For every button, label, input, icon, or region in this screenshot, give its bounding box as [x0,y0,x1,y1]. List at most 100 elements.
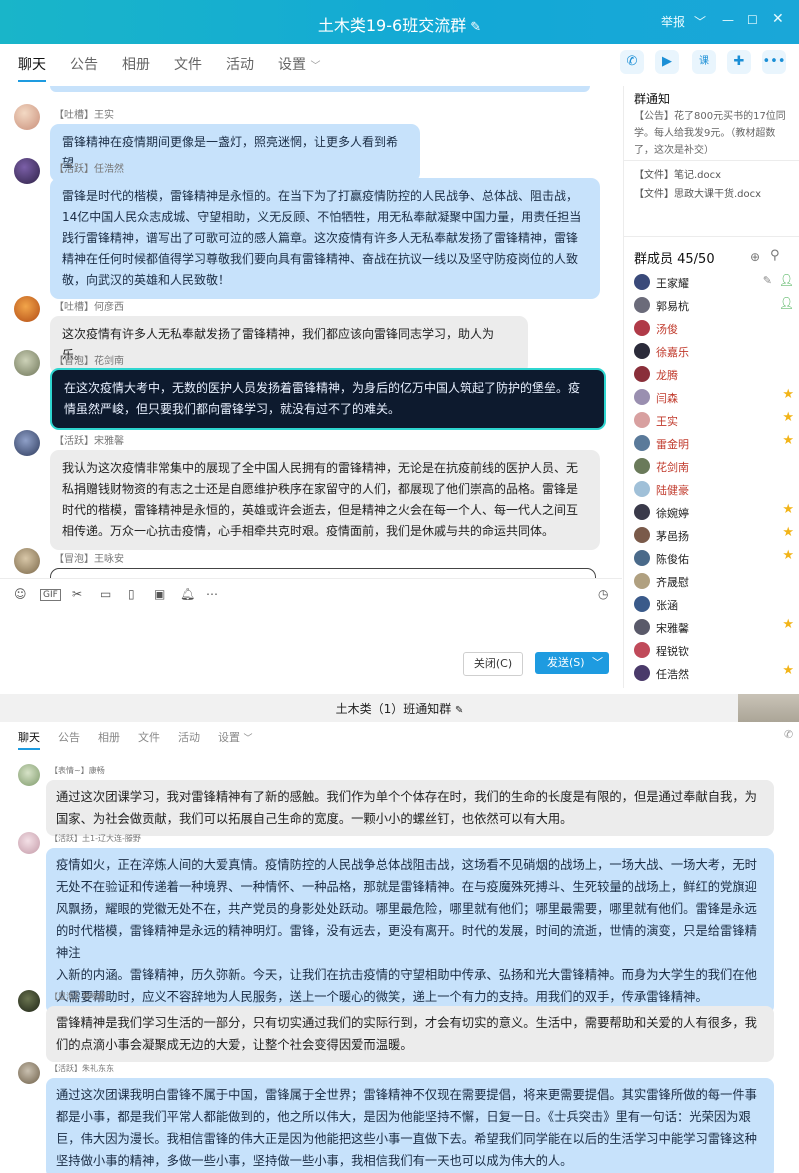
add-member-icon[interactable]: ⊕ [750,250,760,264]
sender-name[interactable]: 王实 [94,110,114,121]
tab-files[interactable]: 文件 [174,44,202,86]
member-item[interactable]: 闫森 ★ [634,387,794,407]
screenshot-icon[interactable]: ✂ [72,587,82,601]
message-bubble[interactable]: 通过这次团课学习，我对雷锋精神有了新的感触。我们作为单个个体存在时，我们的生命的… [46,780,774,836]
message-bubble[interactable]: 通过这次团课我明白雷锋不属于中国，雷锋属于全世界；雷锋精神不仅现在需要提倡，将来… [46,1078,774,1173]
avatar[interactable] [18,832,40,854]
group-name[interactable]: 土木类（1）班通知群 [336,702,452,716]
member-item[interactable]: 陆健豪 [634,479,794,499]
tab-album[interactable]: 相册 [122,44,150,86]
minimize-icon[interactable]: — [722,13,734,27]
maximize-icon[interactable]: ☐ [747,13,758,27]
avatar[interactable] [14,296,40,322]
member-item[interactable]: 花剑南 [634,456,794,476]
avatar[interactable] [634,412,650,428]
member-item[interactable]: 张涵 [634,594,794,614]
sender-name[interactable]: 土1-辽大连-滕野 [82,834,141,843]
avatar[interactable] [14,430,40,456]
member-item[interactable]: 徐婉婷 ★ [634,502,794,522]
avatar[interactable] [634,320,650,336]
message-bubble[interactable]: 疫情如火，正在淬炼人间的大爱真情。疫情防控的人民战争总体战阻击战，这场看不见硝烟… [46,848,774,1014]
member-item[interactable]: 程锐钦 [634,640,794,660]
avatar[interactable] [634,596,650,612]
member-item[interactable]: 郭易杭 👤︎ [634,295,794,315]
member-item[interactable]: 齐晟慰 [634,571,794,591]
tab-announcement[interactable]: 公告 [58,724,80,752]
message-icon[interactable]: ✚ [727,50,751,74]
tab-settings[interactable]: 设置 ﹀ [278,44,320,86]
member-item[interactable]: 陈俊佑 ★ [634,548,794,568]
tab-activity[interactable]: 活动 [226,44,254,86]
tab-chat[interactable]: 聊天 [18,724,40,752]
avatar[interactable] [634,619,650,635]
member-item[interactable]: 雷金明 ★ [634,433,794,453]
message-bubble[interactable]: 雷锋精神是我们学习生活的一部分，只有切实通过我们的实际行到，才会有切实的意义。生… [46,1006,774,1062]
member-item[interactable]: 任浩然 ★ [634,663,794,683]
tab-activity[interactable]: 活动 [178,724,200,752]
member-item[interactable]: 王实 ★ [634,410,794,430]
avatar[interactable] [634,297,650,313]
sender-name[interactable]: 任浩然 [94,164,124,175]
close-button[interactable]: 关闭(C) [463,652,523,676]
member-item[interactable]: 王家耀 👤︎ ✎ [634,272,794,292]
chat-area[interactable]: 【吐槽】王实 雷锋精神在疫情期间更像是一盏灯，照亮迷惘，让更多人看到希望 【活跃… [0,86,622,578]
phone-icon[interactable]: ✆ [784,728,793,741]
avatar[interactable] [14,350,40,376]
member-item[interactable]: 宋雅馨 ★ [634,617,794,637]
more-options-icon[interactable]: ⋯ [206,587,218,601]
avatar[interactable] [14,158,40,184]
avatar[interactable] [634,504,650,520]
avatar[interactable] [634,481,650,497]
group-name[interactable]: 土木类19-6班交流群 [318,16,466,35]
avatar[interactable] [14,104,40,130]
history-icon[interactable]: ◷ [598,587,608,601]
message-bubble[interactable]: 雷锋是时代的楷模，雷锋精神是永恒的。在当下为了打赢疫情防控的人民战争、总体战、阻… [50,178,600,299]
sender-name[interactable]: 宋雅馨 [94,436,124,447]
bell-icon[interactable]: 🔔︎ [180,587,195,601]
send-options-icon[interactable]: ﹀ [592,652,603,674]
avatar[interactable] [634,458,650,474]
emoji-icon[interactable]: ☺ [14,587,27,601]
chat-area[interactable]: 【表情~】康畅 通过这次团课学习，我对雷锋精神有了新的感触。我们作为单个个体存在… [0,760,799,1173]
member-item[interactable]: 徐嘉乐 [634,341,794,361]
message-bubble[interactable]: 在这次疫情大考中，无数的医护人员发扬着雷锋精神，为身后的亿万中国人筑起了防护的堡… [50,368,606,430]
sender-name[interactable]: 何彦西 [94,302,124,313]
edit-title-icon[interactable]: ✎ [470,20,481,35]
edit-icon[interactable]: ✎ [763,274,772,287]
message-input[interactable]: 关闭(C) 发送(S) ﹀ [0,610,622,688]
sender-name[interactable]: 朱礼东东 [82,1064,114,1073]
notice-file[interactable]: 【文件】笔记.docx [634,166,721,181]
sender-name[interactable]: 朱晓辰 [82,992,106,1001]
folder-icon[interactable]: ▭ [100,587,111,601]
search-icon[interactable]: ⚲ [770,248,780,263]
avatar[interactable] [634,642,650,658]
member-item[interactable]: 茅邑扬 ★ [634,525,794,545]
message-bubble[interactable] [50,568,596,578]
tab-files[interactable]: 文件 [138,724,160,752]
file-icon[interactable]: ▯ [128,587,135,601]
sender-name[interactable]: 花剑南 [94,356,124,367]
tab-chat[interactable]: 聊天 [18,44,46,86]
tab-settings[interactable]: 设置 ﹀ [218,724,253,752]
member-item[interactable]: 龙腾 [634,364,794,384]
dropdown-icon[interactable]: ﹀ [694,13,706,30]
send-button[interactable]: 发送(S) ﹀ [535,652,609,674]
lesson-icon[interactable]: 课 [692,50,716,74]
tab-announcement[interactable]: 公告 [70,44,98,86]
edit-title-icon[interactable]: ✎ [455,705,463,716]
sender-name[interactable]: 王咏安 [94,554,124,565]
notice-text[interactable]: 【公告】花了800元买书的17位同学。每人给我发9元。（教材超数了，这次是补交） [634,108,786,159]
avatar[interactable] [634,527,650,543]
avatar[interactable] [18,990,40,1012]
more-icon[interactable]: ••• [762,50,786,74]
avatar[interactable] [634,573,650,589]
gif-icon[interactable]: GIF [40,589,61,601]
avatar[interactable] [634,274,650,290]
report-button[interactable]: 举报 [661,13,685,30]
voice-call-icon[interactable]: ✆ [620,50,644,74]
tab-album[interactable]: 相册 [98,724,120,752]
avatar[interactable] [634,366,650,382]
sender-name[interactable]: 康畅 [89,766,105,775]
avatar[interactable] [634,343,650,359]
notice-file[interactable]: 【文件】思政大课干货.docx [634,185,761,200]
